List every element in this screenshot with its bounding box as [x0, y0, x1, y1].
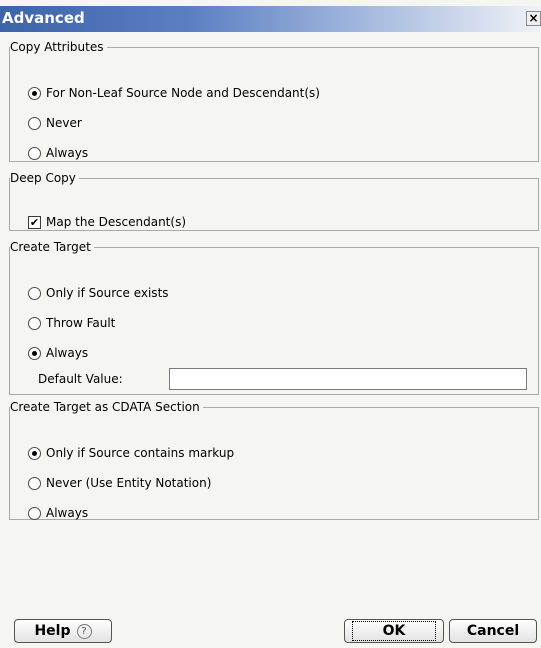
radio-icon[interactable] [28, 346, 41, 360]
deep-copy-legend: Deep Copy [10, 171, 76, 185]
cdata-section-group: Create Target as CDATA Section Only if S… [9, 400, 539, 520]
radio-icon[interactable] [28, 446, 41, 460]
copy-attributes-option-always[interactable]: Always [28, 144, 88, 162]
radio-label: Only if Source exists [46, 286, 169, 300]
create-target-option-always[interactable]: Always [28, 344, 88, 362]
radio-label: Always [46, 506, 89, 520]
default-value-label: Default Value: [38, 372, 123, 386]
copy-attributes-group: Copy Attributes For Non-Leaf Source Node… [9, 40, 539, 162]
cdata-option-never[interactable]: Never (Use Entity Notation) [28, 474, 211, 492]
radio-icon[interactable] [28, 146, 41, 160]
ok-button-label: OK [351, 621, 437, 641]
advanced-dialog: Advanced × Copy Attributes For Non-Leaf … [0, 0, 541, 648]
create-target-option-source-exists[interactable]: Only if Source exists [28, 284, 169, 302]
help-button-label: Help [34, 623, 71, 639]
radio-label: Always [46, 146, 89, 160]
map-descendants-checkbox[interactable]: ✔ Map the Descendant(s) [28, 213, 186, 231]
deep-copy-group: Deep Copy ✔ Map the Descendant(s) [9, 171, 539, 231]
radio-icon[interactable] [28, 86, 41, 100]
cdata-section-legend: Create Target as CDATA Section [10, 400, 200, 414]
cancel-button-label: Cancel [466, 623, 520, 639]
radio-icon[interactable] [28, 316, 41, 330]
radio-icon[interactable] [28, 506, 41, 520]
radio-icon[interactable] [28, 476, 41, 490]
radio-label: Always [46, 346, 89, 360]
radio-label: Never (Use Entity Notation) [46, 476, 212, 490]
checkmark-icon[interactable]: ✔ [28, 215, 41, 229]
copy-attributes-legend: Copy Attributes [10, 40, 104, 54]
radio-icon[interactable] [28, 286, 41, 300]
create-target-group: Create Target Only if Source exists Thro… [9, 240, 539, 395]
radio-label: Throw Fault [46, 316, 116, 330]
help-button[interactable]: Help ? [14, 619, 112, 643]
copy-attributes-option-never[interactable]: Never [28, 114, 82, 132]
cdata-option-contains-markup[interactable]: Only if Source contains markup [28, 444, 234, 462]
help-icon: ? [76, 623, 92, 639]
radio-icon[interactable] [28, 116, 41, 130]
cancel-button[interactable]: Cancel [449, 619, 537, 643]
create-target-legend: Create Target [10, 240, 91, 254]
checkbox-label: Map the Descendant(s) [46, 215, 187, 229]
dialog-title: Advanced [2, 9, 85, 27]
close-icon[interactable]: × [526, 11, 541, 26]
radio-label: Only if Source contains markup [46, 446, 235, 460]
ok-button[interactable]: OK [344, 619, 444, 643]
copy-attributes-option-non-leaf[interactable]: For Non-Leaf Source Node and Descendant(… [28, 84, 320, 102]
create-target-option-throw-fault[interactable]: Throw Fault [28, 314, 115, 332]
radio-label: For Non-Leaf Source Node and Descendant(… [46, 86, 320, 100]
title-bar: Advanced × [0, 6, 541, 32]
cdata-option-always[interactable]: Always [28, 504, 88, 522]
default-value-input[interactable] [169, 368, 527, 390]
radio-label: Never [46, 116, 82, 130]
